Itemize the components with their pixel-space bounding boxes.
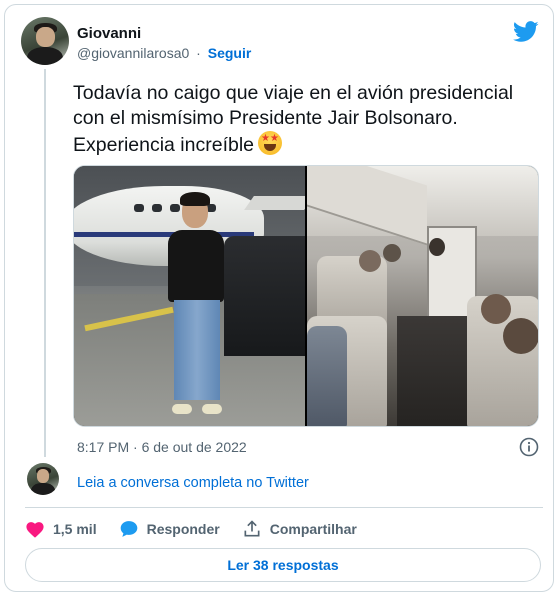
tweet-card: Giovanni @giovannilarosa0 · Seguir Todav… [4,4,554,592]
share-button[interactable]: Compartilhar [242,519,357,539]
avatar-body [26,46,64,65]
author-name[interactable]: Giovanni [77,25,141,42]
speech-bubble-icon [120,521,137,537]
divider [25,507,543,508]
follow-button[interactable]: Seguir [208,45,252,61]
avatar-face [36,26,55,47]
star-struck-emoji-icon [258,131,283,155]
read-conversation-link[interactable]: Leia a conversa completa no Twitter [77,475,309,491]
tweet-text: Todavía no caigo que viaje en el avión p… [73,81,543,158]
author-avatar[interactable] [21,17,69,65]
reply-button[interactable]: Responder [119,519,220,539]
heart-icon [26,522,44,538]
share-label: Compartilhar [269,521,357,537]
reply-label: Responder [146,521,220,537]
separator-dot: · [196,45,201,61]
author-handle[interactable]: @giovannilarosa0 [77,45,189,61]
photo-airplane-tarmac[interactable] [74,166,305,426]
photo-airplane-cabin[interactable] [307,166,538,426]
tweet-body: Todavía no caigo que viaje en el avión p… [73,82,514,156]
like-button[interactable]: 1,5 mil [25,520,97,538]
like-count: 1,5 mil [53,521,97,537]
twitter-bird-icon[interactable] [513,21,539,43]
tweet-timestamp[interactable]: 8:17 PM · 6 de out de 2022 [77,439,247,455]
conversation-avatar [27,463,59,495]
author-handle-row: @giovannilarosa0 · Seguir [77,45,251,61]
share-upload-icon [244,520,260,537]
tweet-actions: 1,5 mil Responder Compartilhar [25,517,379,541]
read-replies-button[interactable]: Ler 38 respostas [25,548,541,582]
thread-line [44,69,46,457]
tweet-media[interactable] [73,165,539,427]
info-icon[interactable] [519,437,539,457]
